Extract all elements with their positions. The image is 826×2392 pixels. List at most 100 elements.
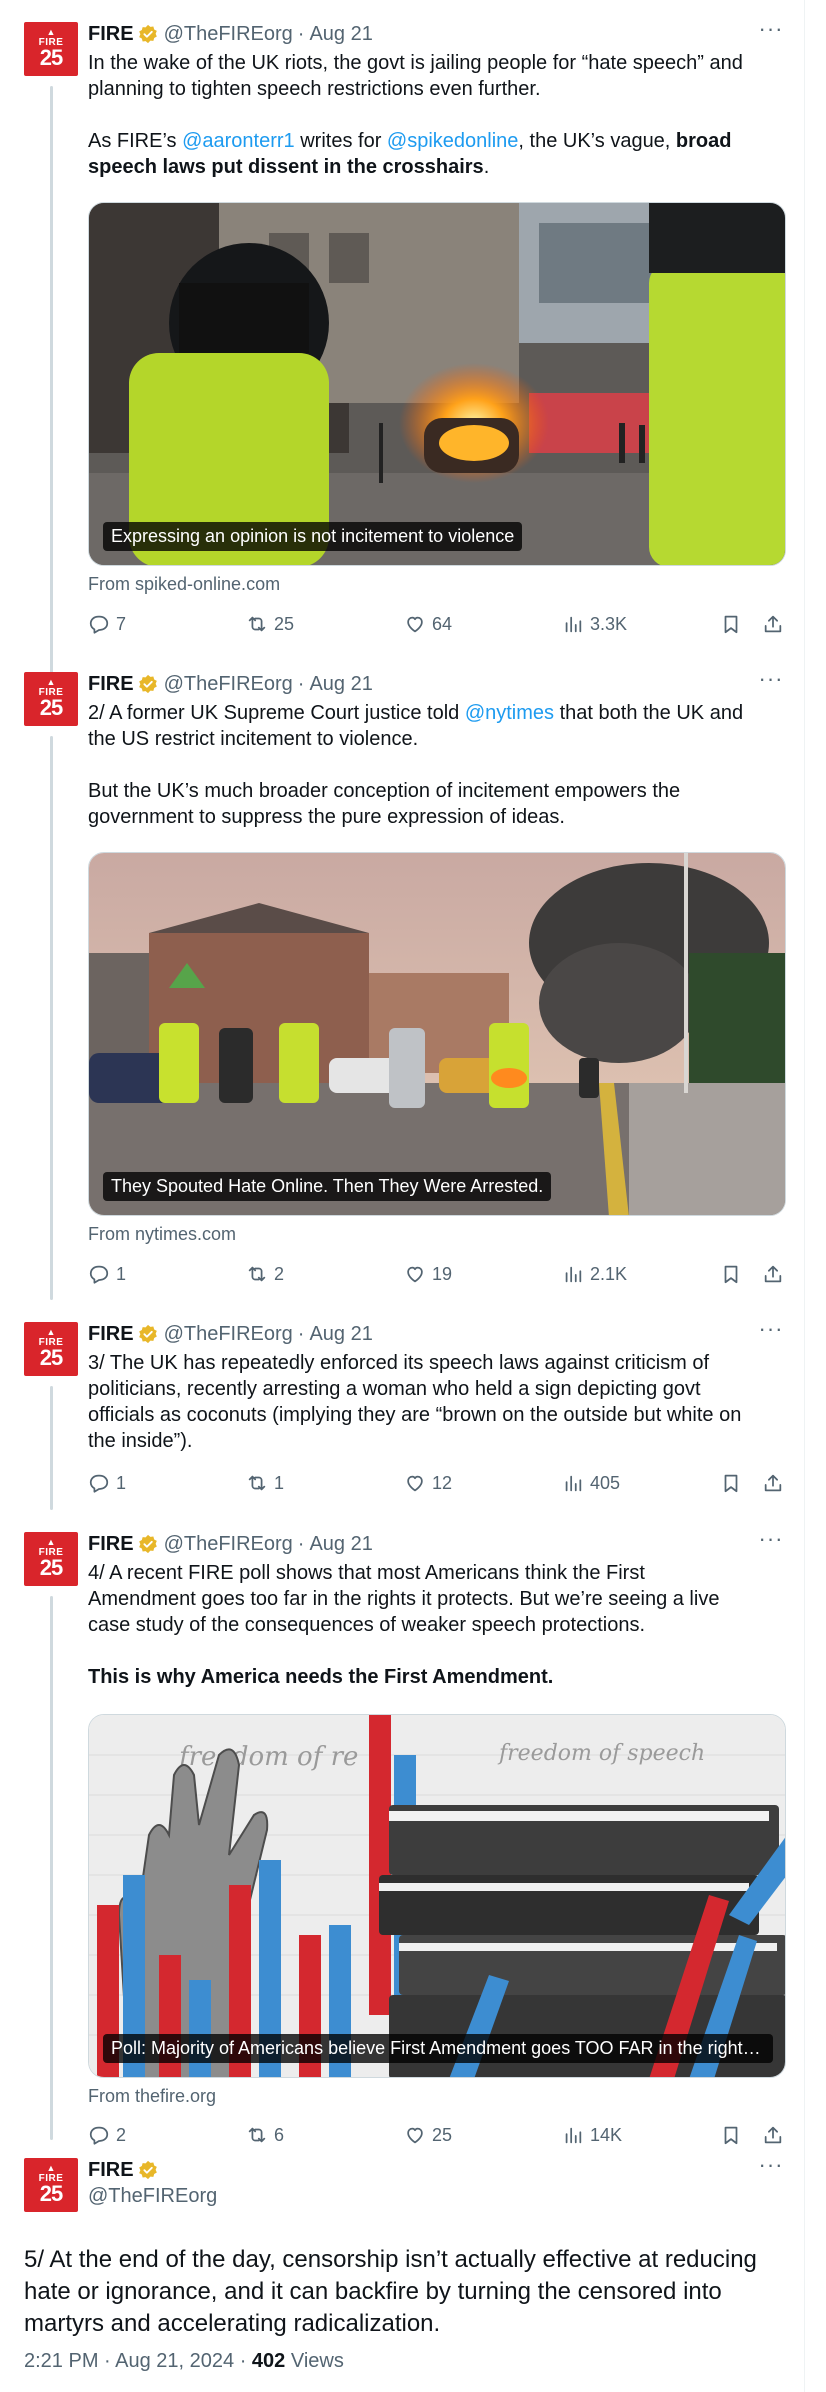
repost-button[interactable]: 1 <box>246 1472 284 1494</box>
share-button[interactable] <box>762 613 784 635</box>
avatar[interactable]: ▲ FIRE 25 <box>24 672 78 726</box>
share-button[interactable] <box>762 1263 784 1285</box>
like-button[interactable]: 19 <box>404 1263 452 1285</box>
bookmark-button[interactable] <box>720 1472 742 1494</box>
separator-dot: · <box>297 22 305 45</box>
verified-badge-icon <box>138 2160 157 2180</box>
thread-connector <box>50 1386 53 1510</box>
column-border <box>804 0 805 2392</box>
avatar[interactable]: ▲ FIRE 25 <box>24 1532 78 1586</box>
verified-badge-icon <box>138 24 157 44</box>
tweet-header: FIRE @TheFIREorg · Aug 21 <box>88 1322 373 1346</box>
card-source[interactable]: From spiked-online.com <box>88 574 280 595</box>
flame-icon: ▲ <box>46 1537 56 1547</box>
avatar[interactable]: ▲ FIRE 25 <box>24 1322 78 1376</box>
views-label: Views <box>285 2350 344 2372</box>
reply-button[interactable]: 1 <box>88 1263 126 1285</box>
bookmark-icon <box>724 1474 738 1493</box>
tweet-2[interactable]: ▲ FIRE 25 FIRE @TheFIREorg · Aug 21 ··· … <box>0 650 804 1300</box>
link-card[interactable]: Expressing an opinion is not incitement … <box>88 202 786 566</box>
more-icon[interactable]: ··· <box>756 2154 786 2182</box>
mention-link[interactable]: @nytimes <box>465 702 554 724</box>
tweet-text: 4/ A recent FIRE poll shows that most Am… <box>88 1562 720 1688</box>
separator-dot: · <box>297 1322 305 1345</box>
views-icon <box>565 616 582 633</box>
bookmark-button[interactable] <box>720 613 742 635</box>
thread-connector <box>50 86 53 688</box>
flame-icon: ▲ <box>46 1327 56 1337</box>
views-button[interactable]: 2.1K <box>562 1263 627 1285</box>
handle[interactable]: @TheFIREorg <box>164 1323 293 1346</box>
more-icon[interactable]: ··· <box>756 1318 786 1346</box>
tweet-date[interactable]: Aug 21 <box>309 1533 372 1556</box>
bookmark-icon <box>724 1265 738 1284</box>
tweet-date[interactable]: Aug 21 <box>309 1323 372 1346</box>
like-icon <box>407 616 423 633</box>
thread-connector <box>50 736 53 1300</box>
share-icon <box>764 1265 782 1283</box>
tweet-header: FIRE @TheFIREorg · Aug 21 <box>88 672 373 696</box>
tweet-header: FIRE @TheFIREorg · Aug 21 <box>88 1532 373 1556</box>
link-card[interactable]: freedom of re freedom of speech Poll: Ma… <box>88 1714 786 2078</box>
reply-button[interactable]: 7 <box>88 613 126 635</box>
tweet-header: FIRE @TheFIREorg · Aug 21 <box>88 22 373 46</box>
verified-badge-icon <box>138 1324 157 1344</box>
bookmark-button[interactable] <box>720 1263 742 1285</box>
police-line-photo <box>89 853 785 1215</box>
more-icon[interactable]: ··· <box>756 18 786 46</box>
views-button[interactable]: 405 <box>562 1472 620 1494</box>
timestamp[interactable]: 2:21 PM · Aug 21, 2024 · <box>24 2350 252 2372</box>
handle[interactable]: @TheFIREorg <box>164 23 293 46</box>
handle[interactable]: @TheFIREorg <box>164 1533 293 1556</box>
like-icon <box>407 1266 423 1283</box>
repost-icon <box>248 1266 266 1282</box>
display-name[interactable]: FIRE <box>88 23 134 46</box>
display-name[interactable]: FIRE <box>88 1323 134 1346</box>
tweet-text: In the wake of the UK riots, the govt is… <box>88 52 743 178</box>
mention-link[interactable]: @spikedonline <box>387 130 519 152</box>
display-name[interactable]: FIRE <box>88 673 134 696</box>
avatar[interactable]: ▲ FIRE 25 <box>24 2158 78 2212</box>
share-icon <box>764 615 782 633</box>
reply-button[interactable]: 1 <box>88 1472 126 1494</box>
like-button[interactable]: 64 <box>404 613 452 635</box>
like-button[interactable]: 12 <box>404 1472 452 1494</box>
verified-badge-icon <box>138 674 157 694</box>
link-card[interactable]: They Spouted Hate Online. Then They Were… <box>88 852 786 1216</box>
repost-button[interactable]: 25 <box>246 613 294 635</box>
card-source[interactable]: From thefire.org <box>88 2086 216 2107</box>
tweet-date[interactable]: Aug 21 <box>309 23 372 46</box>
tweet-text: 5/ At the end of the day, censorship isn… <box>24 2246 757 2337</box>
share-icon <box>764 1474 782 1492</box>
bookmark-icon <box>724 615 738 634</box>
card-source[interactable]: From nytimes.com <box>88 1224 236 1245</box>
more-icon[interactable]: ··· <box>756 668 786 696</box>
tweet-text: 3/ The UK has repeatedly enforced its sp… <box>88 1352 742 1452</box>
avatar[interactable]: ▲ FIRE 25 <box>24 22 78 76</box>
views-button[interactable]: 3.3K <box>562 613 627 635</box>
action-bar: 7 25 64 3.3K <box>88 613 788 639</box>
share-button[interactable] <box>762 1472 784 1494</box>
focused-tweet[interactable]: ▲ FIRE 25 FIRE @TheFIREorg ··· 5/ At the… <box>0 2140 804 2392</box>
handle-row: @TheFIREorg <box>88 2184 217 2208</box>
more-icon[interactable]: ··· <box>756 1528 786 1556</box>
reply-icon <box>89 1474 109 1493</box>
flame-icon: ▲ <box>46 677 56 687</box>
tweet-1[interactable]: ▲ FIRE 25 FIRE @TheFIREorg · Aug 21 ··· … <box>0 0 804 688</box>
handle[interactable]: @TheFIREorg <box>88 2185 217 2208</box>
mention-link[interactable]: @aaronterr1 <box>182 130 295 152</box>
views-count: 402 <box>251 2350 286 2372</box>
display-name[interactable]: FIRE <box>88 1533 134 1556</box>
tweet-3[interactable]: ▲ FIRE 25 FIRE @TheFIREorg · Aug 21 ··· … <box>0 1300 804 1510</box>
separator-dot: · <box>297 1532 305 1555</box>
tweet-meta: 2:21 PM · Aug 21, 2024 · 402 Views <box>24 2350 344 2373</box>
display-name[interactable]: FIRE <box>88 2159 134 2182</box>
tweet-4[interactable]: ▲ FIRE 25 FIRE @TheFIREorg · Aug 21 ··· … <box>0 1510 804 2145</box>
views-icon <box>565 1266 582 1283</box>
separator-dot: · <box>297 672 305 695</box>
script-text: freedom of re <box>177 1742 358 1772</box>
handle[interactable]: @TheFIREorg <box>164 673 293 696</box>
tweet-date[interactable]: Aug 21 <box>309 673 372 696</box>
action-bar: 1 1 12 405 <box>88 1472 788 1498</box>
repost-button[interactable]: 2 <box>246 1263 284 1285</box>
